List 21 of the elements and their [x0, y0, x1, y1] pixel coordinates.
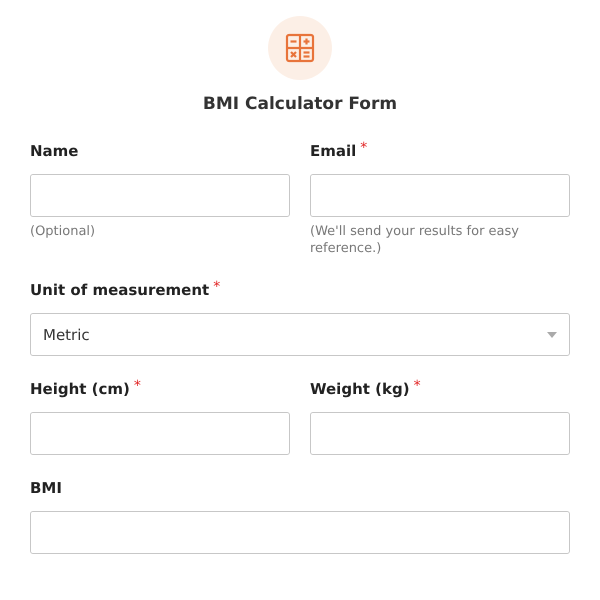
calculator-icon	[285, 33, 315, 63]
unit-select[interactable]: Metric	[30, 313, 570, 356]
field-label: Weight (kg)	[310, 380, 410, 398]
help-text: (We'll send your results for easy reference.)	[310, 223, 520, 257]
input-field[interactable]	[310, 412, 570, 455]
input-field[interactable]	[30, 412, 290, 455]
field-label: Email	[310, 142, 356, 160]
form-title: BMI Calculator Form	[202, 94, 398, 114]
field-label: Name	[30, 142, 78, 160]
caret-icon	[547, 332, 557, 338]
required-marker: *	[360, 140, 368, 156]
input-field[interactable]	[30, 511, 570, 554]
field-label: Height (cm)	[30, 380, 130, 398]
input-field[interactable]	[310, 174, 570, 217]
required-marker: *	[414, 378, 421, 394]
field-label: BMI	[30, 479, 62, 497]
help-text: (Optional)	[30, 223, 96, 240]
required-marker: *	[134, 378, 141, 394]
input-field[interactable]	[30, 174, 290, 217]
field-label: Unit of measurement	[30, 281, 210, 299]
required-marker: *	[213, 279, 220, 295]
